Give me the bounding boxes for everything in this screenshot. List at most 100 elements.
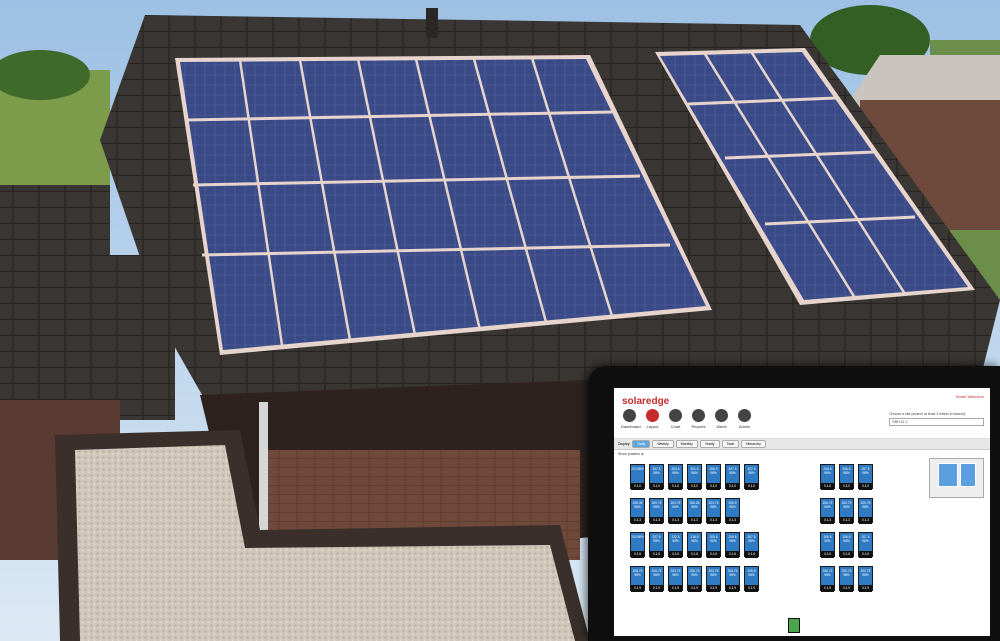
- panel-power: 206.75 98%: [822, 501, 833, 509]
- panel-power: 206.9 98%: [728, 501, 737, 509]
- panel-id: 0.1.9: [840, 585, 853, 592]
- panel-tile[interactable]: 206.9 98% 0.1.0: [706, 464, 721, 490]
- panel-tile[interactable]: 200.75 98% 0.1.9: [839, 566, 854, 592]
- nav-label: Dashboard: [621, 424, 641, 429]
- tab-monthly[interactable]: Monthly: [675, 440, 698, 448]
- panel-tile[interactable]: 210 98% 0.1.6: [630, 532, 645, 558]
- panel-power: 206.5 98%: [842, 535, 851, 543]
- panel-power: 209.8 98%: [728, 535, 737, 543]
- nav-admin[interactable]: Admin: [736, 409, 753, 429]
- panel-tile[interactable]: 203.75 98% 0.1.3: [668, 498, 683, 524]
- panel-power: 203.75 98%: [708, 501, 719, 509]
- panel-tile[interactable]: 201.5 98% 0.1.0: [687, 464, 702, 490]
- gauge-icon: [623, 409, 636, 422]
- app-header: solaredge Home Welcome Dashboard Layout …: [614, 388, 990, 439]
- panel-id: 0.1.9: [821, 585, 834, 592]
- panel-tile[interactable]: 210 98% 0.1.0: [630, 464, 645, 490]
- tab-weekly[interactable]: Weekly: [652, 440, 674, 448]
- vent-pipe: [426, 8, 438, 38]
- panel-id: 0.1.0: [745, 483, 758, 490]
- tablet-device: solaredge Home Welcome Dashboard Layout …: [588, 366, 1000, 641]
- nav-label: Alerts: [716, 424, 727, 429]
- panel-tile[interactable]: 205.5 98% 0.1.6: [706, 532, 721, 558]
- panel-tile[interactable]: 203.75 98% 0.1.9: [706, 566, 721, 592]
- panel-tile[interactable]: 200.75 98% 0.1.3: [839, 498, 854, 524]
- panel-tile[interactable]: 203.75 98% 0.1.9: [668, 566, 683, 592]
- panel-tile[interactable]: 208.75 98% 0.1.9: [630, 566, 645, 592]
- display-label: Display:: [618, 442, 631, 446]
- admin-icon: [738, 409, 751, 422]
- panel-id: 0.1.6: [669, 551, 682, 558]
- nav-label: Chart: [670, 424, 681, 429]
- panel-tile[interactable]: 208.75 98% 0.1.9: [725, 566, 740, 592]
- panel-power: 203.75 98%: [670, 501, 681, 509]
- panel-tile[interactable]: 206.5 98% 0.1.0: [820, 464, 835, 490]
- panel-tile[interactable]: 200.75 98% 0.1.9: [649, 566, 664, 592]
- panel-tile[interactable]: 206.5 98% 0.1.6: [839, 532, 854, 558]
- panel-id: 0.1.6: [707, 551, 720, 558]
- inverter-icon[interactable]: [788, 618, 800, 633]
- panel-id: 0.1.0: [821, 483, 834, 490]
- tab-daily[interactable]: Daily: [632, 440, 651, 448]
- panel-tile[interactable]: 208.75 98% 0.1.9: [687, 566, 702, 592]
- panel-id: 0.1.0: [669, 483, 682, 490]
- panel-id: 0.1.9: [669, 585, 682, 592]
- panel-tile[interactable]: 200.75 98% 0.1.9: [858, 566, 873, 592]
- panel-tile[interactable]: 200.75 98% 0.1.3: [649, 498, 664, 524]
- panel-power: 200.5 98%: [671, 467, 680, 475]
- panel-power: 200.75 98%: [841, 569, 852, 577]
- panel-tile[interactable]: 206.9 98% 0.1.3: [725, 498, 740, 524]
- nav-alerts[interactable]: Alerts: [713, 409, 730, 429]
- panel-tile[interactable]: 206.75 98% 0.1.9: [820, 566, 835, 592]
- panel-id: 0.1.6: [821, 551, 834, 558]
- panel-tile[interactable]: 209.8 98% 0.1.6: [725, 532, 740, 558]
- panel-tile[interactable]: 207.5 98% 0.1.0: [744, 464, 759, 490]
- tab-yearly[interactable]: Yearly: [699, 440, 720, 448]
- panel-power: 227.5 98%: [652, 535, 661, 543]
- panel-power: 208.35 98%: [632, 501, 643, 509]
- show-toggle[interactable]: Show practice ►: [618, 452, 644, 456]
- tab-hierarchy[interactable]: Hierarchy: [740, 440, 766, 448]
- panel-tile[interactable]: 207.5 98% 0.1.6: [744, 532, 759, 558]
- panel-power: 206.5 98%: [823, 535, 832, 543]
- tab-total[interactable]: Total: [721, 440, 739, 448]
- nav-label: Reports: [691, 424, 706, 429]
- panel-power: 208.75 98%: [632, 569, 643, 577]
- panel-tile[interactable]: 207.5 98% 0.1.0: [725, 464, 740, 490]
- panel-power: 207.5 98%: [747, 467, 756, 475]
- panel-tile[interactable]: 206.5 98% 0.1.6: [820, 532, 835, 558]
- panel-id: 0.1.3: [859, 517, 872, 524]
- panel-id: 0.1.9: [631, 585, 644, 592]
- nav-reports[interactable]: Reports: [690, 409, 707, 429]
- panel-power: 208.75 98%: [727, 569, 738, 577]
- panel-power: 200.75 98%: [860, 569, 871, 577]
- mini-array-left: [938, 463, 958, 487]
- reports-icon: [692, 409, 705, 422]
- panel-tile[interactable]: 206.5 98% 0.1.0: [839, 464, 854, 490]
- site-select[interactable]: GRH 11 C: [889, 418, 984, 426]
- panel-tile[interactable]: 206.75 98% 0.1.3: [820, 498, 835, 524]
- nav-chart[interactable]: Chart: [667, 409, 684, 429]
- panel-tile[interactable]: 200.75 98% 0.1.3: [858, 498, 873, 524]
- panel-tile[interactable]: 222.5 98% 0.1.6: [668, 532, 683, 558]
- panel-tile[interactable]: 206.8 98% 0.1.9: [744, 566, 759, 592]
- user-links[interactable]: Home Welcome: [956, 394, 984, 399]
- mini-map[interactable]: [929, 458, 984, 498]
- panel-tile[interactable]: 203.75 98% 0.1.3: [706, 498, 721, 524]
- mini-array-right: [960, 463, 976, 487]
- chart-icon: [669, 409, 682, 422]
- panel-tile[interactable]: 218.5 98% 0.1.6: [687, 532, 702, 558]
- panel-id: 0.1.9: [859, 585, 872, 592]
- panel-tile[interactable]: 207.5 98% 0.1.0: [649, 464, 664, 490]
- panel-tile[interactable]: 208.35 98% 0.1.3: [630, 498, 645, 524]
- panel-power: 206.9 98%: [709, 467, 718, 475]
- panel-tile[interactable]: 227.5 98% 0.1.6: [649, 532, 664, 558]
- panel-tile[interactable]: 207.5 98% 0.1.0: [858, 464, 873, 490]
- panel-tile[interactable]: 208.28 98% 0.1.3: [687, 498, 702, 524]
- nav-label: Layout: [646, 424, 659, 429]
- nav-dashboard[interactable]: Dashboard: [621, 409, 641, 429]
- panel-power: 210 98%: [631, 467, 644, 471]
- panel-tile[interactable]: 200.5 98% 0.1.0: [668, 464, 683, 490]
- nav-layout[interactable]: Layout: [644, 409, 661, 429]
- panel-tile[interactable]: 207.5 98% 0.1.6: [858, 532, 873, 558]
